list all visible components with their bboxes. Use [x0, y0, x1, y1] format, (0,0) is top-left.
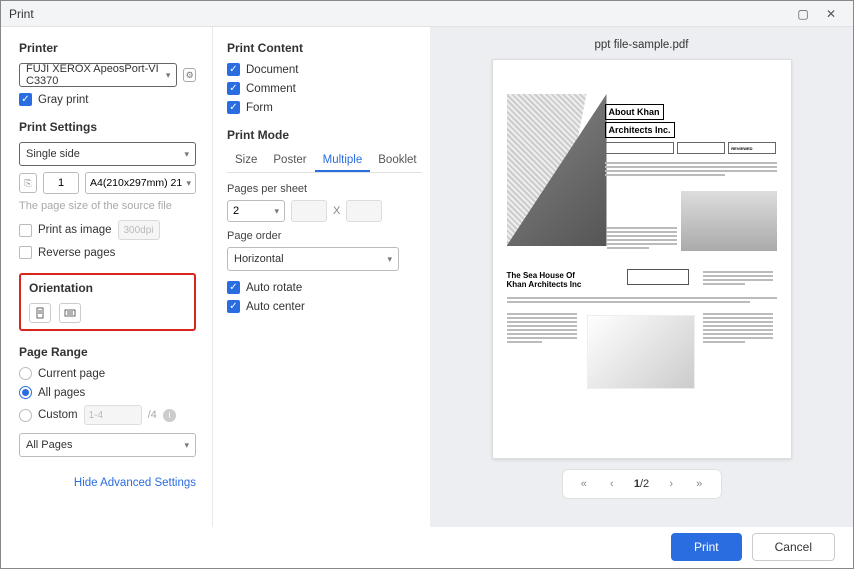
- footer: Print Cancel: [1, 526, 853, 568]
- page-range-heading: Page Range: [19, 345, 196, 359]
- orientation-portrait-button[interactable]: [29, 303, 51, 323]
- printer-selected-label: FUJI XEROX ApeosPort-VI C3370: [26, 63, 166, 87]
- sides-label: Single side: [26, 148, 80, 160]
- content-form-checkbox[interactable]: ✓: [227, 101, 240, 114]
- paper-label: A4(210x297mm) 21: [90, 177, 182, 189]
- auto-rotate-checkbox[interactable]: ✓: [227, 281, 240, 294]
- page-order-value: Horizontal: [234, 253, 284, 265]
- slide1-title-l2: Architects Inc.: [605, 122, 675, 138]
- chevron-down-icon: ▾: [184, 440, 189, 451]
- print-mode-heading: Print Mode: [227, 128, 422, 142]
- cancel-button[interactable]: Cancel: [752, 533, 835, 561]
- titlebar: Print ▢ ✕: [1, 1, 853, 27]
- pps-label: Pages per sheet: [227, 183, 422, 195]
- current-page-label: Current page: [38, 368, 105, 380]
- dpi-input: 300dpi: [118, 220, 160, 240]
- orientation-landscape-button[interactable]: [59, 303, 81, 323]
- pager-total: /2: [640, 478, 649, 490]
- custom-range-radio[interactable]: [19, 409, 32, 422]
- copies-icon: ⎘: [19, 173, 37, 193]
- pager-next-button[interactable]: ›: [659, 472, 683, 496]
- custom-range-label: Custom: [38, 409, 78, 421]
- preview-panel: ppt file-sample.pdf About Khan Architect…: [430, 27, 853, 527]
- all-pages-label: All pages: [38, 387, 85, 399]
- slide2-title-l1: The Sea House Of: [507, 271, 575, 280]
- window-title: Print: [9, 7, 34, 21]
- content-document-label: Document: [246, 64, 298, 76]
- pager-prev-button[interactable]: ‹: [600, 472, 624, 496]
- source-size-label: The page size of the source file: [19, 200, 196, 212]
- content-document-checkbox[interactable]: ✓: [227, 63, 240, 76]
- pps-rows-input: [346, 200, 382, 222]
- left-panel: Printer FUJI XEROX ApeosPort-VI C3370 ▾ …: [1, 27, 212, 527]
- tab-poster[interactable]: Poster: [265, 150, 314, 172]
- preview-slide-1: About Khan Architects Inc. REVIEWED: [507, 76, 777, 251]
- current-page-radio[interactable]: [19, 367, 32, 380]
- reverse-pages-label: Reverse pages: [38, 247, 115, 259]
- print-settings-heading: Print Settings: [19, 120, 196, 134]
- gray-print-checkbox[interactable]: ✓: [19, 93, 32, 106]
- orientation-heading: Orientation: [29, 281, 186, 295]
- custom-range-input[interactable]: 1-4: [84, 405, 142, 425]
- tab-multiple[interactable]: Multiple: [315, 150, 371, 172]
- chevron-down-icon: ▾: [184, 149, 189, 160]
- content-form-label: Form: [246, 102, 273, 114]
- auto-center-checkbox[interactable]: ✓: [227, 300, 240, 313]
- print-as-image-label: Print as image: [38, 224, 112, 236]
- auto-center-label: Auto center: [246, 301, 305, 313]
- preview-slide-2: The Sea House Of Khan Architects Inc: [507, 267, 777, 442]
- mode-tabs: Size Poster Multiple Booklet: [227, 150, 422, 173]
- orientation-section: Orientation: [19, 273, 196, 331]
- sides-select[interactable]: Single side ▾: [19, 142, 196, 166]
- preview-page: About Khan Architects Inc. REVIEWED: [492, 59, 792, 459]
- pps-cols-input: [291, 200, 327, 222]
- gray-print-label: Gray print: [38, 94, 89, 106]
- range-total: /4: [148, 409, 157, 421]
- printer-heading: Printer: [19, 41, 196, 55]
- reverse-pages-checkbox[interactable]: [19, 246, 32, 259]
- info-icon[interactable]: i: [163, 409, 176, 422]
- pager-first-button[interactable]: «: [572, 472, 596, 496]
- preview-filename: ppt file-sample.pdf: [430, 27, 853, 59]
- slide1-title-l1: About Khan: [605, 104, 664, 120]
- pager-position: 1/2: [628, 478, 655, 490]
- chevron-down-icon: ▾: [387, 254, 392, 265]
- all-pages-radio[interactable]: [19, 386, 32, 399]
- chevron-down-icon: ▾: [274, 206, 279, 217]
- middle-panel: Print Content ✓ Document ✓ Comment ✓ Form P…: [212, 27, 430, 527]
- print-content-heading: Print Content: [227, 41, 422, 55]
- auto-rotate-label: Auto rotate: [246, 282, 302, 294]
- paper-size-select[interactable]: A4(210x297mm) 21 ▾: [85, 172, 196, 194]
- close-icon[interactable]: ✕: [817, 2, 845, 26]
- preview-pager: « ‹ 1/2 › »: [562, 469, 722, 499]
- print-button[interactable]: Print: [671, 533, 742, 561]
- page-filter-label: All Pages: [26, 439, 72, 451]
- tab-booklet[interactable]: Booklet: [370, 150, 424, 172]
- printer-select[interactable]: FUJI XEROX ApeosPort-VI C3370 ▾: [19, 63, 177, 87]
- content-comment-checkbox[interactable]: ✓: [227, 82, 240, 95]
- content-comment-label: Comment: [246, 83, 296, 95]
- chevron-down-icon: ▾: [166, 70, 171, 81]
- copies-value: 1: [58, 177, 64, 189]
- chevron-down-icon: ▾: [186, 178, 191, 189]
- print-as-image-checkbox[interactable]: [19, 224, 32, 237]
- slide1-reviewed-badge: REVIEWED: [728, 142, 776, 154]
- page-filter-select[interactable]: All Pages ▾: [19, 433, 196, 457]
- page-order-select[interactable]: Horizontal ▾: [227, 247, 399, 271]
- slide2-title-l2: Khan Architects Inc: [507, 280, 582, 289]
- pps-value: 2: [233, 205, 239, 217]
- printer-properties-button[interactable]: ⚙: [183, 68, 196, 82]
- hide-advanced-link[interactable]: Hide Advanced Settings: [19, 477, 196, 489]
- page-order-lbl: Page order: [227, 230, 422, 242]
- pager-last-button[interactable]: »: [687, 472, 711, 496]
- pages-per-sheet-select[interactable]: 2 ▾: [227, 200, 285, 222]
- pps-x: X: [333, 205, 340, 217]
- tab-size[interactable]: Size: [227, 150, 265, 172]
- maximize-icon[interactable]: ▢: [789, 2, 817, 26]
- copies-stepper[interactable]: 1: [43, 172, 79, 194]
